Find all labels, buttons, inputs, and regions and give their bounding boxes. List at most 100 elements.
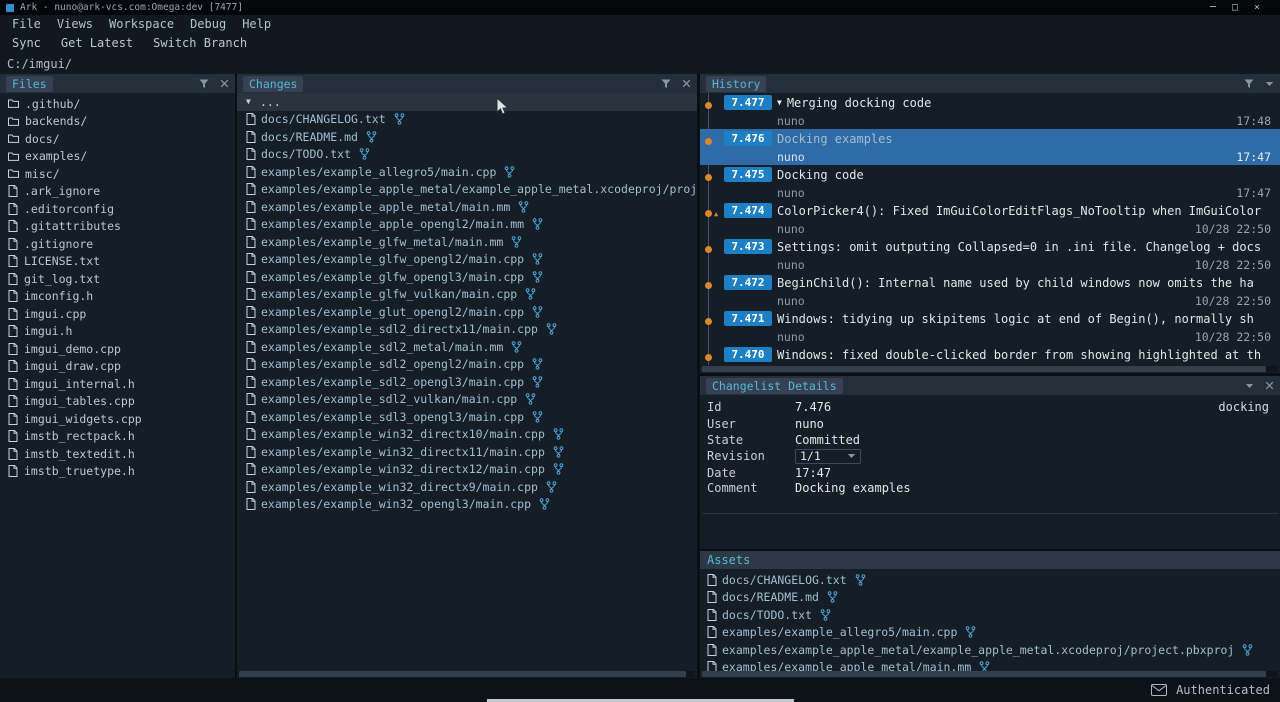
changed-file-path: examples/example_sdl2_opengl2/main.cpp: [261, 357, 524, 371]
file-tree-item[interactable]: LICENSE.txt: [0, 253, 235, 271]
file-tree-item[interactable]: imgui_demo.cpp: [0, 340, 235, 358]
scrollbar-thumb[interactable]: [239, 671, 686, 677]
file-tree-item[interactable]: .github/: [0, 95, 235, 113]
menu-file[interactable]: File: [4, 17, 49, 31]
scrollbar-thumb[interactable]: [702, 366, 1266, 372]
menu-workspace[interactable]: Workspace: [101, 17, 182, 31]
history-hscrollbar[interactable]: [702, 366, 1278, 372]
assets-hscrollbar[interactable]: [702, 671, 1278, 677]
menu-views[interactable]: Views: [49, 17, 101, 31]
file-tree-item[interactable]: imgui_widgets.cpp: [0, 410, 235, 428]
changed-file-row[interactable]: examples/example_glfw_opengl2/main.cpp: [237, 251, 697, 269]
file-tree-item[interactable]: imgui.h: [0, 323, 235, 341]
file-tree-item[interactable]: .gitattributes: [0, 218, 235, 236]
minimize-button[interactable]: ─: [1210, 2, 1216, 13]
changed-file-row[interactable]: examples/example_allegro5/main.cpp: [237, 163, 697, 181]
toolbar-button-sync[interactable]: Sync: [2, 36, 51, 50]
titlebar[interactable]: Ark - nuno@ark-vcs.com:Omega:dev [7477] …: [0, 0, 1280, 15]
file-tree-item[interactable]: examples/: [0, 148, 235, 166]
toolbar-button-get-latest[interactable]: Get Latest: [51, 36, 143, 50]
commit-row[interactable]: ▲7.474ColorPicker4(): Fixed ImGuiColorEd…: [700, 201, 1280, 237]
file-tree-item[interactable]: imstb_textedit.h: [0, 445, 235, 463]
asset-row[interactable]: examples/example_allegro5/main.cpp: [700, 624, 1280, 642]
filter-icon[interactable]: [1244, 79, 1254, 89]
close-icon[interactable]: [682, 79, 691, 88]
assets-header[interactable]: Assets: [700, 551, 1280, 569]
file-tree-item[interactable]: misc/: [0, 165, 235, 183]
file-tree-item[interactable]: backends/: [0, 113, 235, 131]
file-tree-item[interactable]: imstb_rectpack.h: [0, 428, 235, 446]
commit-row[interactable]: 7.476Docking examplesnuno17:47: [700, 129, 1280, 165]
changed-file-row[interactable]: examples/example_sdl2_directx11/main.cpp: [237, 321, 697, 339]
changeset-badge[interactable]: 7.476: [724, 131, 772, 146]
changes-root-row[interactable]: ▼...: [237, 93, 697, 111]
commit-row[interactable]: 7.471Windows: tidying up skipitems logic…: [700, 309, 1280, 345]
changed-file-row[interactable]: examples/example_win32_directx9/main.cpp: [237, 478, 697, 496]
revision-select[interactable]: 1/1: [795, 449, 861, 464]
file-tree-item[interactable]: .gitignore: [0, 235, 235, 253]
commit-row[interactable]: 7.473Settings: omit outputing Collapsed=…: [700, 237, 1280, 273]
changed-file-row[interactable]: examples/example_win32_directx10/main.cp…: [237, 426, 697, 444]
commit-row[interactable]: 7.477▼Merging docking codenuno17:48: [700, 93, 1280, 129]
changed-file-row[interactable]: examples/example_glut_opengl2/main.cpp: [237, 303, 697, 321]
file-tree-item[interactable]: imstb_truetype.h: [0, 463, 235, 481]
changeset-badge[interactable]: 7.470: [724, 347, 772, 362]
changeset-badge[interactable]: 7.474: [724, 203, 772, 218]
file-tree-item[interactable]: imgui_internal.h: [0, 375, 235, 393]
asset-row[interactable]: docs/CHANGELOG.txt: [700, 571, 1280, 589]
branch-icon: [525, 393, 536, 405]
changed-file-row[interactable]: examples/example_sdl2_vulkan/main.cpp: [237, 391, 697, 409]
commit-row[interactable]: 7.475Docking codenuno17:47: [700, 165, 1280, 201]
changeset-badge[interactable]: 7.477: [724, 95, 772, 110]
changed-file-row[interactable]: examples/example_sdl2_opengl3/main.cpp: [237, 373, 697, 391]
file-tree-item[interactable]: .editorconfig: [0, 200, 235, 218]
changed-file-row[interactable]: docs/README.md: [237, 128, 697, 146]
changed-file-row[interactable]: examples/example_apple_metal/main.mm: [237, 198, 697, 216]
changeset-badge[interactable]: 7.473: [724, 239, 772, 254]
changed-file-row[interactable]: examples/example_apple_metal/example_app…: [237, 181, 697, 199]
filter-icon[interactable]: [199, 79, 209, 89]
changed-file-row[interactable]: examples/example_win32_opengl3/main.cpp: [237, 496, 697, 514]
close-button[interactable]: ×: [1254, 2, 1260, 13]
changed-file-row[interactable]: examples/example_sdl2_metal/main.mm: [237, 338, 697, 356]
changeset-badge[interactable]: 7.475: [724, 167, 772, 182]
scrollbar-thumb[interactable]: [702, 671, 1266, 677]
changeset-badge[interactable]: 7.471: [724, 311, 772, 326]
changed-file-row[interactable]: examples/example_glfw_metal/main.mm: [237, 233, 697, 251]
asset-row[interactable]: docs/README.md: [700, 589, 1280, 607]
chevron-down-icon[interactable]: [1265, 80, 1274, 88]
commit-graph-dot: [705, 174, 712, 181]
changed-file-row[interactable]: examples/example_glfw_opengl3/main.cpp: [237, 268, 697, 286]
changeset-badge[interactable]: 7.472: [724, 275, 772, 290]
file-tree-item[interactable]: .ark_ignore: [0, 183, 235, 201]
changed-file-row[interactable]: examples/example_win32_directx12/main.cp…: [237, 461, 697, 479]
commit-row[interactable]: 7.472BeginChild(): Internal name used by…: [700, 273, 1280, 309]
changed-file-row[interactable]: examples/example_glfw_vulkan/main.cpp: [237, 286, 697, 304]
asset-row[interactable]: examples/example_apple_metal/main.mm: [700, 659, 1280, 672]
menu-debug[interactable]: Debug: [182, 17, 234, 31]
envelope-icon[interactable]: [1151, 684, 1167, 696]
file-tree-item[interactable]: imgui.cpp: [0, 305, 235, 323]
asset-row[interactable]: examples/example_apple_metal/example_app…: [700, 641, 1280, 659]
file-tree-item[interactable]: imgui_draw.cpp: [0, 358, 235, 376]
maximize-button[interactable]: □: [1232, 2, 1238, 13]
menu-help[interactable]: Help: [234, 17, 279, 31]
close-icon[interactable]: [220, 79, 229, 88]
chevron-down-icon[interactable]: [1245, 382, 1254, 390]
changed-file-row[interactable]: docs/CHANGELOG.txt: [237, 111, 697, 129]
file-tree-item[interactable]: imgui_tables.cpp: [0, 393, 235, 411]
file-tree-item[interactable]: imconfig.h: [0, 288, 235, 306]
file-tree-item[interactable]: git_log.txt: [0, 270, 235, 288]
changed-file-row[interactable]: examples/example_sdl3_opengl3/main.cpp: [237, 408, 697, 426]
changed-file-row[interactable]: docs/TODO.txt: [237, 146, 697, 164]
asset-row[interactable]: docs/TODO.txt: [700, 606, 1280, 624]
changes-hscrollbar[interactable]: [239, 671, 695, 677]
changed-file-row[interactable]: examples/example_sdl2_opengl2/main.cpp: [237, 356, 697, 374]
changed-file-row[interactable]: examples/example_apple_opengl2/main.mm: [237, 216, 697, 234]
file-tree-item[interactable]: docs/: [0, 130, 235, 148]
commit-row[interactable]: 7.470Windows: fixed double-clicked borde…: [700, 345, 1280, 365]
filter-icon[interactable]: [661, 79, 671, 89]
changed-file-row[interactable]: examples/example_win32_directx11/main.cp…: [237, 443, 697, 461]
close-icon[interactable]: [1265, 381, 1274, 390]
toolbar-button-switch-branch[interactable]: Switch Branch: [143, 36, 257, 50]
